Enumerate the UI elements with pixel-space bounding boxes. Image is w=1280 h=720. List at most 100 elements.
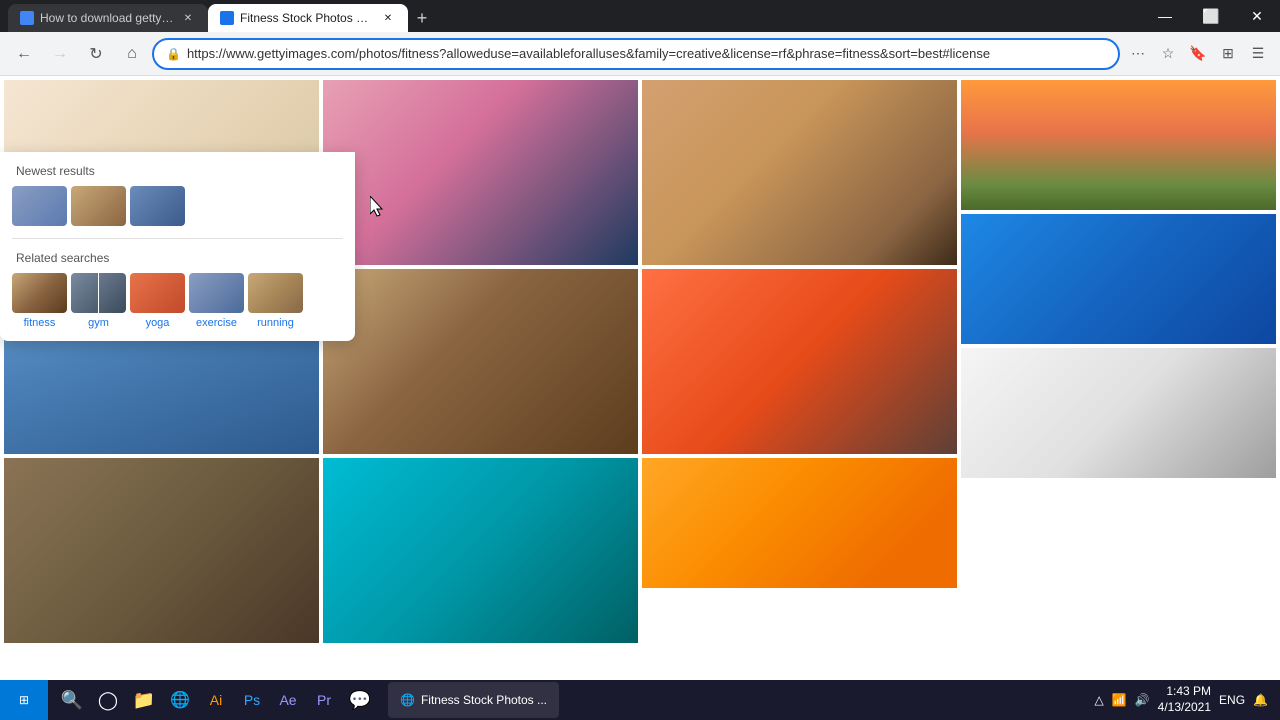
favorites-button[interactable]: ☆ [1154, 40, 1182, 68]
tray-language[interactable]: ENG [1219, 693, 1245, 707]
tab1-close[interactable]: ✕ [180, 10, 196, 26]
split-screen-button[interactable]: ⊞ [1214, 40, 1242, 68]
window-controls: — ⬜ ✕ [1142, 0, 1280, 32]
related-label-exercise: exercise [196, 317, 237, 329]
newest-thumb-3[interactable] [130, 186, 185, 226]
taskbar-item-favicon: 🌐 [400, 693, 415, 707]
tab2-favicon [220, 11, 234, 25]
home-button[interactable]: ⌂ [116, 38, 148, 70]
related-label-yoga: yoga [146, 317, 170, 329]
image-item-12[interactable] [961, 348, 1276, 478]
nav-bar: ← → ↻ ⌂ 🔒 https://www.gettyimages.com/ph… [0, 32, 1280, 76]
taskbar: ⊞ 🔍 ◯ 📁 🌐 Ai Ps Ae Pr 💬 🌐 Fitness Stock … [0, 680, 1280, 720]
page-content: Newest results Related searches fitness [0, 76, 1280, 680]
related-thumb-gym-2 [99, 273, 126, 313]
cortana-button[interactable]: ◯ [92, 684, 124, 716]
tab1-favicon [20, 11, 34, 25]
tray-network-icon[interactable]: 📶 [1112, 693, 1127, 707]
image-sunset-hills [961, 80, 1276, 210]
related-searches-label: Related searches [0, 247, 355, 273]
tab1-title: How to download getty imag... [40, 11, 174, 25]
related-label-fitness: fitness [24, 317, 56, 329]
related-thumb-running [248, 273, 303, 313]
image-item-3[interactable] [4, 458, 319, 643]
newest-results-thumbs [0, 186, 355, 238]
dropdown-divider [12, 238, 343, 239]
image-couple-gym [4, 458, 319, 643]
image-item-8[interactable] [642, 269, 957, 454]
search-taskbar-button[interactable]: 🔍 [56, 684, 88, 716]
address-bar[interactable]: 🔒 https://www.gettyimages.com/photos/fit… [152, 38, 1120, 70]
tray-notification-button[interactable]: 🔔 [1253, 693, 1268, 707]
explorer-button[interactable]: 📁 [128, 684, 160, 716]
image-pink-woman [323, 80, 638, 265]
refresh-button[interactable]: ↻ [80, 38, 112, 70]
tabs-area: How to download getty imag... ✕ Fitness … [8, 0, 1142, 32]
related-item-gym[interactable]: gym [71, 273, 126, 329]
title-bar: How to download getty imag... ✕ Fitness … [0, 0, 1280, 32]
related-searches-row: fitness gym yoga ex [0, 273, 355, 329]
newest-results-label: Newest results [0, 160, 355, 186]
photoshop-button[interactable]: Ps [236, 684, 268, 716]
image-item-5[interactable] [323, 269, 638, 454]
start-button[interactable]: ⊞ [0, 680, 48, 720]
related-thumb-yoga [130, 273, 185, 313]
related-item-running[interactable]: running [248, 273, 303, 329]
related-thumb-gym-1 [71, 273, 98, 313]
related-label-gym: gym [88, 317, 109, 329]
tray-hidden-icons[interactable]: △ [1095, 693, 1104, 707]
taskbar-open-items: 🌐 Fitness Stock Photos ... [384, 682, 1083, 718]
image-yoga-group [961, 348, 1276, 478]
collections-button[interactable]: 🔖 [1184, 40, 1212, 68]
image-weights [323, 269, 638, 454]
extensions-button[interactable]: ⋯ [1124, 40, 1152, 68]
tab-fitness-stock[interactable]: Fitness Stock Photos and Pict... ✕ [208, 4, 408, 32]
image-blue-gym [961, 214, 1276, 344]
premiere-button[interactable]: Pr [308, 684, 340, 716]
image-item-7[interactable] [642, 80, 957, 265]
tray-date: 4/13/2021 [1158, 700, 1211, 716]
forward-button[interactable]: → [44, 38, 76, 70]
maximize-button[interactable]: ⬜ [1188, 0, 1234, 32]
tray-sound-icon[interactable]: 🔊 [1135, 693, 1150, 707]
related-thumb-exercise [189, 273, 244, 313]
tab2-close[interactable]: ✕ [380, 10, 396, 26]
image-item-11[interactable] [961, 214, 1276, 344]
tray-clock[interactable]: 1:43 PM 4/13/2021 [1158, 684, 1211, 715]
lock-icon: 🔒 [166, 47, 181, 61]
image-kitchen [642, 80, 957, 265]
taskbar-item-fitness[interactable]: 🌐 Fitness Stock Photos ... [388, 682, 559, 718]
related-item-fitness[interactable]: fitness [12, 273, 67, 329]
new-tab-button[interactable]: + [408, 4, 436, 32]
minimize-button[interactable]: — [1142, 0, 1188, 32]
back-button[interactable]: ← [8, 38, 40, 70]
url-text: https://www.gettyimages.com/photos/fitne… [187, 46, 1106, 61]
image-item-9[interactable] [642, 458, 957, 588]
tray-time: 1:43 PM [1158, 684, 1211, 700]
tab-how-to-download[interactable]: How to download getty imag... ✕ [8, 4, 208, 32]
newest-thumb-2[interactable] [71, 186, 126, 226]
related-thumb-fitness [12, 273, 67, 313]
nav-extras: ⋯ ☆ 🔖 ⊞ ☰ [1124, 40, 1272, 68]
search-dropdown: Newest results Related searches fitness [0, 152, 355, 341]
related-label-running: running [257, 317, 294, 329]
related-item-yoga[interactable]: yoga [130, 273, 185, 329]
menu-button[interactable]: ☰ [1244, 40, 1272, 68]
after-effects-button[interactable]: Ae [272, 684, 304, 716]
related-item-exercise[interactable]: exercise [189, 273, 244, 329]
chrome-button[interactable]: 🌐 [164, 684, 196, 716]
start-icon: ⊞ [19, 693, 29, 707]
close-button[interactable]: ✕ [1234, 0, 1280, 32]
browser-window: How to download getty imag... ✕ Fitness … [0, 0, 1280, 680]
illustrator-button[interactable]: Ai [200, 684, 232, 716]
taskbar-pinned-icons: 🔍 ◯ 📁 🌐 Ai Ps Ae Pr 💬 [48, 684, 384, 716]
image-item-10[interactable] [961, 80, 1276, 210]
image-dance-group [642, 269, 957, 454]
image-item-4[interactable] [323, 80, 638, 265]
image-item-6[interactable] [323, 458, 638, 643]
taskbar-tray: △ 📶 🔊 1:43 PM 4/13/2021 ENG 🔔 [1083, 684, 1280, 715]
image-blue-woman [323, 458, 638, 643]
newest-thumb-1[interactable] [12, 186, 67, 226]
skype-button[interactable]: 💬 [344, 684, 376, 716]
taskbar-item-label: Fitness Stock Photos ... [421, 693, 547, 707]
